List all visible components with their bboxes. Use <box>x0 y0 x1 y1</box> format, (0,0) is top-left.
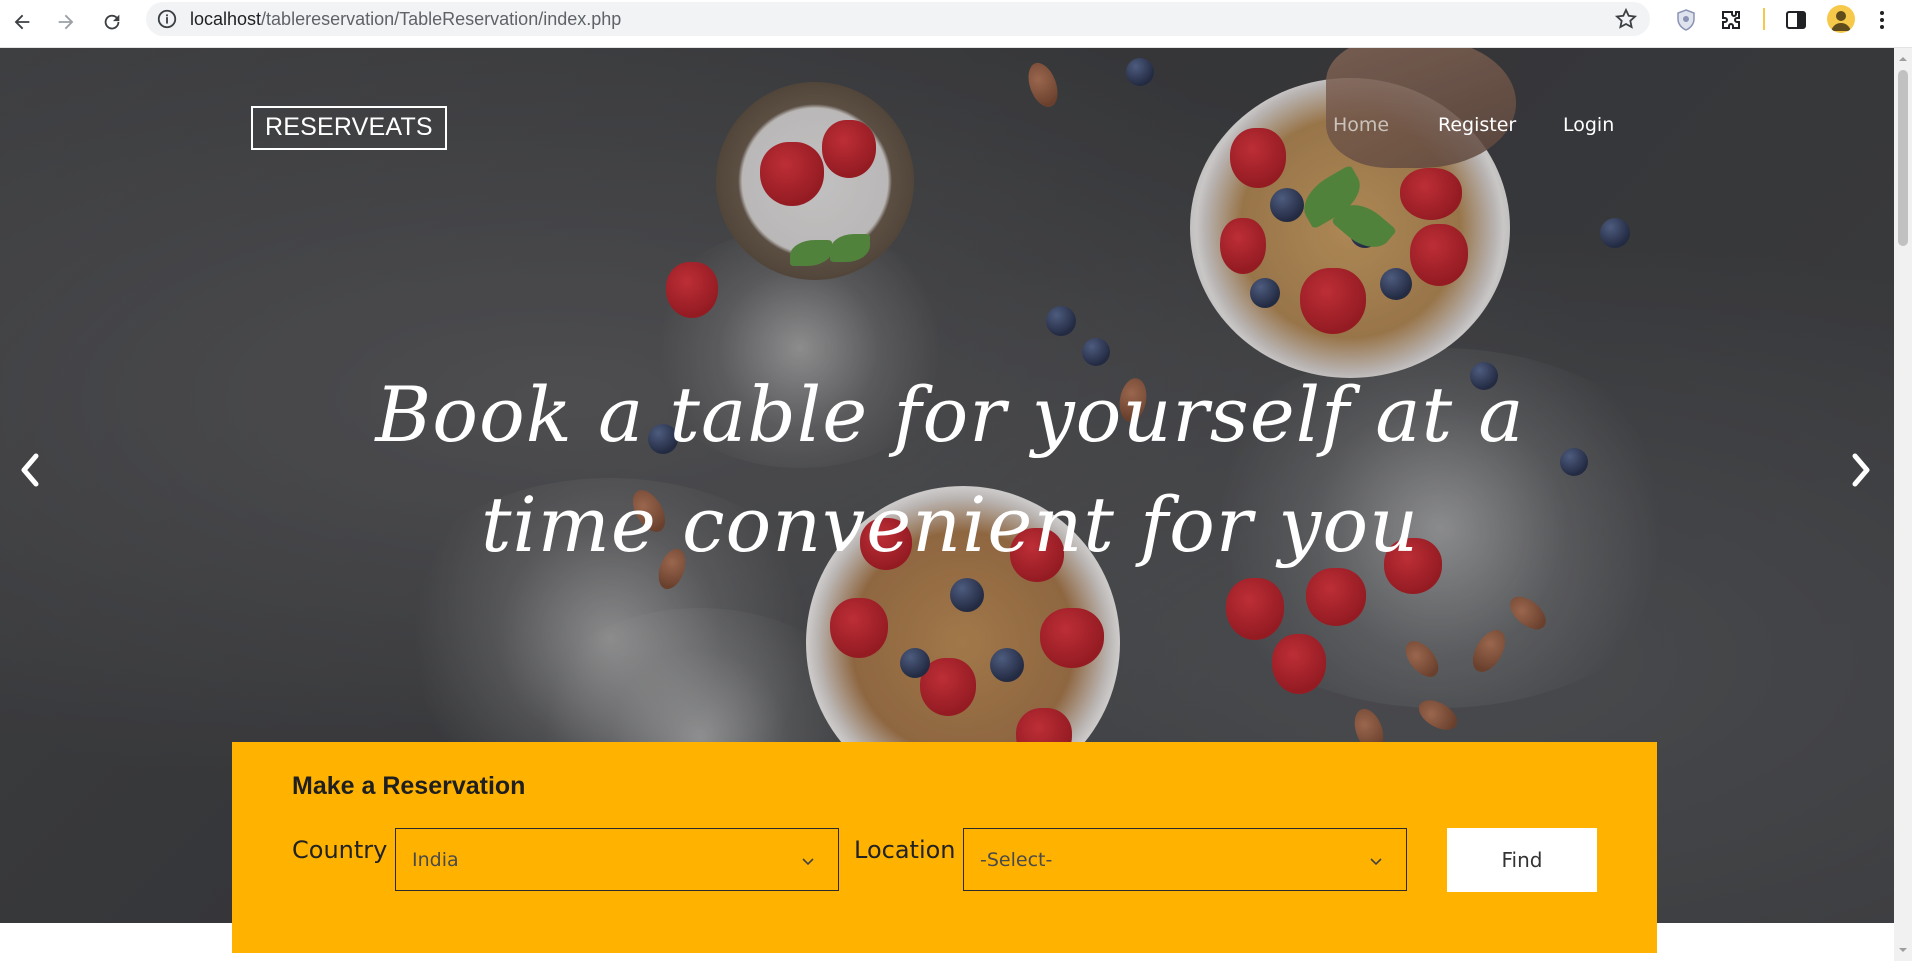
scroll-down-icon[interactable] <box>1898 945 1908 955</box>
extensions-puzzle-icon[interactable] <box>1717 6 1745 34</box>
site-info-icon[interactable] <box>156 8 178 30</box>
country-value: India <box>412 849 459 871</box>
nav-home[interactable]: Home <box>1333 114 1389 136</box>
scroll-up-icon[interactable] <box>1898 54 1908 64</box>
browser-toolbar: localhost/tablereservation/TableReservat… <box>0 0 1912 48</box>
url-text: localhost/tablereservation/TableReservat… <box>190 9 621 30</box>
chevron-down-icon <box>1370 858 1382 866</box>
country-label: Country <box>292 836 388 864</box>
scroll-thumb[interactable] <box>1898 70 1908 246</box>
forward-icon[interactable] <box>50 6 82 38</box>
nav-register[interactable]: Register <box>1438 114 1516 136</box>
bookmark-star-icon[interactable] <box>1614 7 1638 31</box>
location-label: Location <box>854 836 956 864</box>
nav-login[interactable]: Login <box>1563 114 1614 136</box>
reservation-form: Make a Reservation Country India Locatio… <box>232 742 1657 953</box>
url-host: localhost <box>190 9 262 29</box>
country-select[interactable]: India <box>395 828 839 891</box>
carousel-next-icon[interactable] <box>1843 448 1879 492</box>
page-scrollbar[interactable] <box>1894 48 1912 961</box>
reload-icon[interactable] <box>96 6 128 38</box>
address-bar[interactable]: localhost/tablereservation/TableReservat… <box>146 2 1650 36</box>
location-select[interactable]: -Select- <box>963 828 1407 891</box>
chevron-down-icon <box>802 858 814 866</box>
find-button[interactable]: Find <box>1447 828 1597 892</box>
shield-extension-icon[interactable] <box>1672 6 1700 34</box>
hero-headline: Book a table for yourself at a time conv… <box>375 370 1525 569</box>
toolbar-divider <box>1763 8 1765 30</box>
location-value: -Select- <box>980 849 1053 871</box>
site-logo[interactable]: RESERVEATS <box>251 106 447 150</box>
back-icon[interactable] <box>6 6 38 38</box>
reservation-title: Make a Reservation <box>292 772 526 800</box>
side-panel-icon[interactable] <box>1782 6 1810 34</box>
carousel-prev-icon[interactable] <box>12 448 48 492</box>
url-path: /tablereservation/TableReservation/index… <box>261 9 622 29</box>
menu-kebab-icon[interactable] <box>1874 6 1890 34</box>
profile-icon[interactable] <box>1827 5 1855 33</box>
